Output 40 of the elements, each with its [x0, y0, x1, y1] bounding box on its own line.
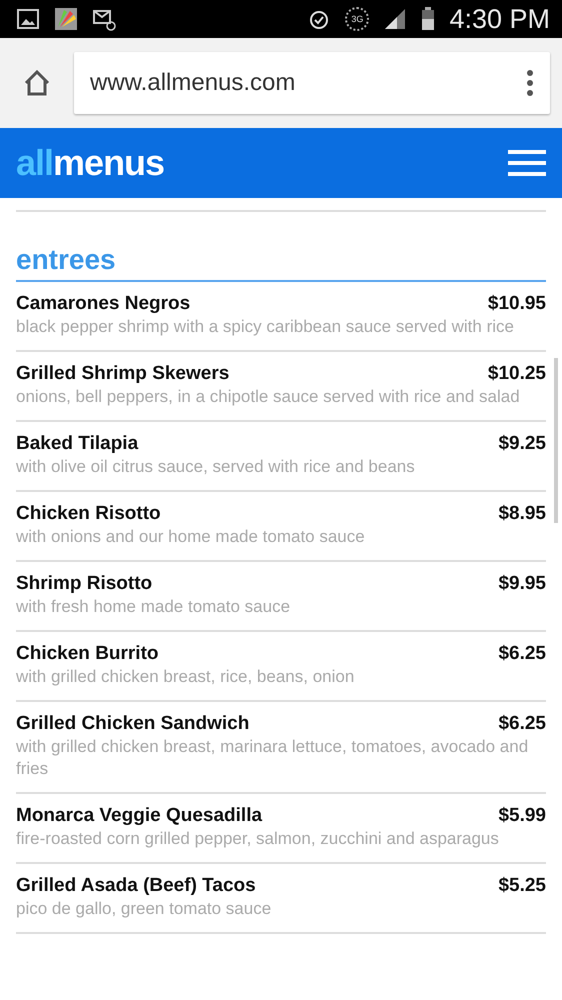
picture-icon: [16, 7, 40, 31]
dish-name: Chicken Risotto: [16, 502, 161, 526]
dish-description: pico de gallo, green tomato sauce: [16, 898, 272, 920]
dish-price: $9.95: [498, 572, 546, 596]
more-menu-icon[interactable]: [526, 69, 534, 97]
home-icon: [22, 68, 52, 98]
signal-icon: [383, 7, 408, 31]
dish-price: $10.95: [488, 292, 546, 316]
dish-price: $5.99: [498, 804, 546, 828]
dish-name: Camarones Negros: [16, 292, 190, 316]
section-heading: entrees: [16, 244, 546, 282]
dish-name: Monarca Veggie Quesadilla: [16, 804, 262, 828]
dish-name: Shrimp Risotto: [16, 572, 152, 596]
dish-price: $5.25: [498, 874, 546, 898]
dish-name: Grilled Asada (Beef) Tacos: [16, 874, 256, 898]
dish-name: Baked Tilapia: [16, 432, 138, 456]
dish-price: $9.25: [498, 432, 546, 456]
dish-description: with onions and our home made tomato sauce: [16, 526, 366, 548]
dish-description: with grilled chicken breast, marinara lettuce, tomatoes, avocado and fries: [16, 736, 530, 780]
dish-price: $6.25: [498, 712, 546, 736]
dish-description: fire-roasted corn grilled pepper, salmon, zucchini and asparagus: [16, 828, 500, 850]
dish-name: Grilled Chicken Sandwich: [16, 712, 250, 736]
clock-time: 4:30 PM: [449, 4, 550, 34]
email-icon: [92, 7, 116, 31]
app-icon: [54, 7, 78, 31]
dish-description: with olive oil citrus sauce, served with rice and beans: [16, 456, 416, 478]
dish-description: with fresh home made tomato sauce: [16, 596, 292, 618]
dish-price: $10.25: [488, 362, 546, 386]
dish-name: Chicken Burrito: [16, 642, 159, 666]
dish-price: $8.95: [498, 502, 546, 526]
dish-description: with grilled chicken breast, rice, beans, onion: [16, 666, 356, 688]
dish-description: onions, bell peppers, in a chipotle sauce served with rice and salad: [16, 386, 521, 408]
dish-description: black pepper shrimp with a spicy caribbean sauce served with rice: [16, 316, 515, 338]
battery-icon: [421, 7, 436, 31]
network-icon: 3G: [345, 7, 370, 31]
dish-price: $6.25: [498, 642, 546, 666]
logo[interactable]: allmenus: [16, 142, 164, 184]
menu-icon[interactable]: [508, 150, 546, 176]
dish-name: Grilled Shrimp Skewers: [16, 362, 230, 386]
url-field[interactable]: www.allmenus.com: [74, 52, 550, 114]
